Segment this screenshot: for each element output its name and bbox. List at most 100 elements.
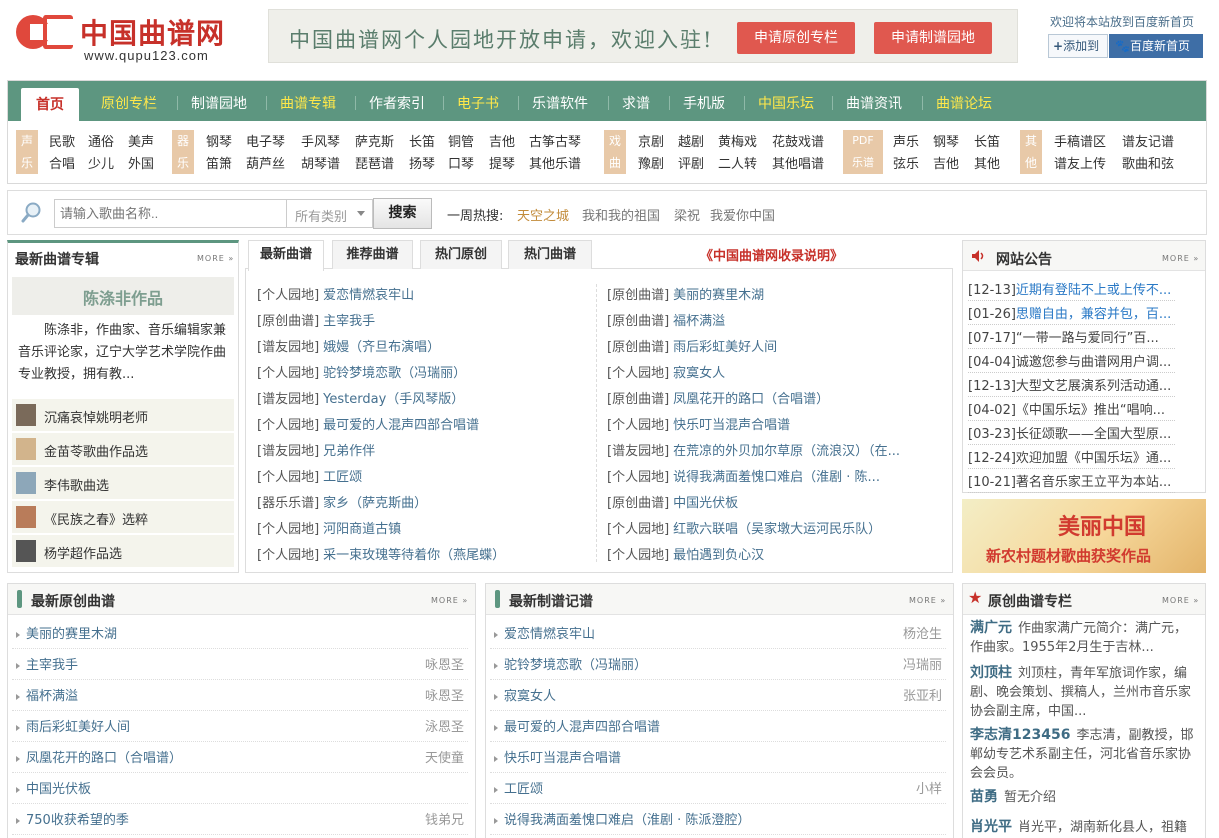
category-link[interactable]: 笛箫: [206, 153, 232, 172]
notice-text[interactable]: 诚邀您参与曲谱网用户调...: [1016, 355, 1171, 370]
column-author-name[interactable]: 刘顶柱: [970, 665, 1012, 681]
apply-original-button[interactable]: 申请原创专栏: [737, 22, 855, 54]
category-link[interactable]: 花鼓戏谱: [772, 131, 824, 150]
tab-0[interactable]: 最新曲谱: [248, 240, 324, 271]
list-item-title[interactable]: 工匠颂: [504, 782, 543, 797]
tab-1[interactable]: 推荐曲谱: [332, 240, 413, 269]
score-title[interactable]: 寂寞女人: [673, 366, 725, 381]
list-item[interactable]: 寂寞女人 张亚利: [494, 685, 942, 709]
score-title[interactable]: 凤凰花开的路口（合唱谱）: [673, 392, 829, 407]
list-item-title[interactable]: 雨后彩虹美好人间: [26, 720, 130, 735]
notice-item[interactable]: [04-04]诚邀您参与曲谱网用户调...: [968, 351, 1175, 373]
album-item-label[interactable]: 金苗苓歌曲作品选: [44, 441, 148, 460]
score-list-item[interactable]: [个人园地] 最可爱的人混声四部合唱谱: [257, 414, 479, 433]
list-item[interactable]: 工匠颂 小样: [494, 778, 942, 802]
list-item[interactable]: 快乐叮当混声合唱谱: [494, 747, 942, 771]
score-title[interactable]: 中国光伏板: [673, 496, 738, 511]
hot-search-link[interactable]: 天空之城: [517, 205, 569, 224]
albums-more-link[interactable]: MORE »: [197, 254, 234, 263]
score-list-item[interactable]: [谱友园地] 兄弟作伴: [257, 440, 375, 459]
list-item-title[interactable]: 驼铃梦境恋歌（冯瑞丽）: [504, 658, 647, 673]
list-item[interactable]: 最可爱的人混声四部合唱谱: [494, 716, 942, 740]
tab-2[interactable]: 热门原创: [420, 240, 502, 269]
category-link[interactable]: 手稿谱区: [1054, 131, 1106, 150]
list-item[interactable]: 中国光伏板: [16, 778, 464, 802]
category-link[interactable]: 京剧: [638, 131, 664, 150]
score-title[interactable]: 爱恋情燃哀牢山: [323, 288, 414, 303]
column-author[interactable]: 肖光平肖光平，湖南新化县人，祖籍湖: [970, 818, 1198, 838]
category-link[interactable]: 吉他: [933, 153, 959, 172]
category-link[interactable]: 合唱: [49, 153, 75, 172]
columns-more-link[interactable]: MORE »: [1162, 596, 1199, 605]
notice-text[interactable]: 大型文艺展演系列活动通...: [1016, 379, 1171, 394]
category-link[interactable]: 其他乐谱: [529, 153, 581, 172]
category-link[interactable]: 电子琴: [246, 131, 285, 150]
notice-text[interactable]: 长征颂歌——全国大型原...: [1016, 427, 1171, 442]
album-item-label[interactable]: 李伟歌曲选: [44, 475, 109, 494]
score-list-item[interactable]: [个人园地] 最怕遇到负心汉: [607, 544, 764, 563]
list-item[interactable]: 主宰我手 咏恩圣: [16, 654, 464, 678]
nav-item[interactable]: 曲谱资讯: [846, 93, 902, 113]
score-title[interactable]: 快乐叮当混声合唱谱: [673, 418, 790, 433]
score-list-item[interactable]: [原创曲谱] 美丽的赛里木湖: [607, 284, 764, 303]
category-link[interactable]: 豫剧: [638, 153, 664, 172]
score-title[interactable]: 兄弟作伴: [323, 444, 375, 459]
score-title[interactable]: 主宰我手: [323, 314, 375, 329]
category-link[interactable]: 古筝古琴: [529, 131, 581, 150]
notice-item[interactable]: [01-26]思赠自由，兼容并包，百...: [968, 303, 1175, 325]
score-title[interactable]: 雨后彩虹美好人间: [673, 340, 777, 355]
score-title[interactable]: 最怕遇到负心汉: [673, 548, 764, 563]
ad-banner[interactable]: 美丽中国 新农村题材歌曲获奖作品: [962, 499, 1206, 573]
score-title[interactable]: 采一束玫瑰等待着你（燕尾蝶）: [323, 548, 505, 563]
notice-text[interactable]: 思赠自由，兼容并包，百...: [1016, 307, 1171, 322]
score-list-item[interactable]: [个人园地] 快乐叮当混声合唱谱: [607, 414, 790, 433]
notice-item[interactable]: [10-21]著名音乐家王立平为本站...: [968, 471, 1175, 493]
list-item-title[interactable]: 主宰我手: [26, 658, 78, 673]
notices-more-link[interactable]: MORE »: [1162, 254, 1199, 263]
score-list-item[interactable]: [个人园地] 采一束玫瑰等待着你（燕尾蝶）: [257, 544, 505, 563]
logo-text[interactable]: 中国曲谱网: [80, 12, 225, 52]
notice-text[interactable]: 《中国乐坛》推出“唱响...: [1016, 403, 1165, 418]
notice-item[interactable]: [12-13]大型文艺展演系列活动通...: [968, 375, 1175, 397]
apply-garden-button[interactable]: 申请制谱园地: [874, 22, 992, 54]
category-link[interactable]: 美声: [128, 131, 154, 150]
column-author-name[interactable]: 李志清123456: [970, 727, 1070, 743]
baidu-home-button[interactable]: 🐾百度新首页: [1109, 34, 1203, 58]
nav-item[interactable]: 乐谱软件: [532, 93, 588, 113]
search-button[interactable]: 搜索: [373, 198, 432, 229]
score-title[interactable]: Yesterday（手风琴版）: [323, 392, 464, 407]
list-item[interactable]: 驼铃梦境恋歌（冯瑞丽） 冯瑞丽: [494, 654, 942, 678]
hot-search-link[interactable]: 我爱你中国: [710, 205, 775, 224]
category-link[interactable]: 钢琴: [206, 131, 232, 150]
list-item-title[interactable]: 美丽的赛里木湖: [26, 627, 117, 642]
score-list-item[interactable]: [器乐乐谱] 家乡（萨克斯曲）: [257, 492, 427, 511]
list-item-title[interactable]: 最可爱的人混声四部合唱谱: [504, 720, 660, 735]
score-list-item[interactable]: [原创曲谱] 雨后彩虹美好人间: [607, 336, 777, 355]
nav-item[interactable]: 作者索引: [369, 93, 425, 113]
score-list-item[interactable]: [个人园地] 河阳商道古镇: [257, 518, 401, 537]
notice-item[interactable]: [07-17]“一带一路与爱同行”百...: [968, 327, 1175, 349]
hot-search-link[interactable]: 梁祝: [674, 205, 700, 224]
score-title[interactable]: 最可爱的人混声四部合唱谱: [323, 418, 479, 433]
list-item[interactable]: 美丽的赛里木湖: [16, 623, 464, 647]
score-list-item[interactable]: [个人园地] 寂寞女人: [607, 362, 725, 381]
nav-item[interactable]: 手机版: [683, 93, 725, 113]
featured-album-title[interactable]: 陈涤非作品: [83, 285, 163, 309]
notice-item[interactable]: [03-23]长征颂歌——全国大型原...: [968, 423, 1175, 445]
score-title[interactable]: 河阳商道古镇: [323, 522, 401, 537]
category-link[interactable]: 长笛: [974, 131, 1000, 150]
category-link[interactable]: 提琴: [489, 153, 515, 172]
category-link[interactable]: 其他唱谱: [772, 153, 824, 172]
list-item-title[interactable]: 中国光伏板: [26, 782, 91, 797]
list-item-title[interactable]: 说得我满面羞愧口难启（淮剧 · 陈派澄腔）: [504, 813, 750, 828]
category-link[interactable]: 胡琴谱: [301, 153, 340, 172]
category-link[interactable]: 葫芦丝: [246, 153, 285, 172]
category-link[interactable]: 长笛: [409, 131, 435, 150]
scored-more-link[interactable]: MORE »: [909, 596, 946, 605]
list-item[interactable]: 福杯满溢 咏恩圣: [16, 685, 464, 709]
score-list-item[interactable]: [谱友园地] 娥嫚（齐旦布演唱）: [257, 336, 440, 355]
notice-text[interactable]: 欢迎加盟《中国乐坛》通...: [1016, 451, 1171, 466]
notice-item[interactable]: [04-02]《中国乐坛》推出“唱响...: [968, 399, 1175, 421]
score-title[interactable]: 在荒凉的外贝加尔草原（流浪汉）（在...: [673, 444, 900, 459]
category-link[interactable]: 少儿: [88, 153, 114, 172]
